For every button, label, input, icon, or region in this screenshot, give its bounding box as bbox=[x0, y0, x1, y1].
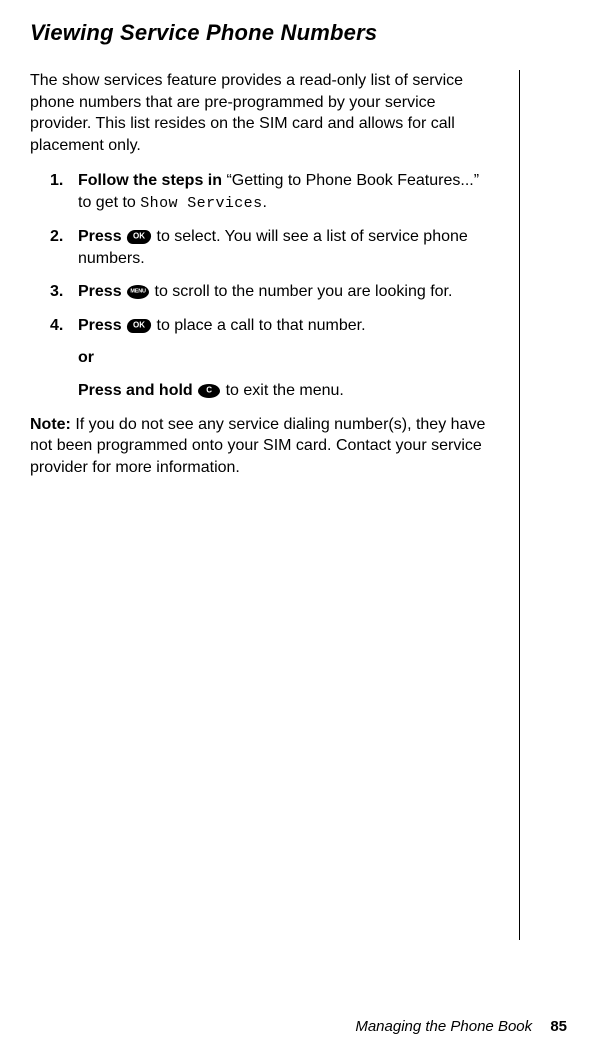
ok-key-icon bbox=[127, 230, 151, 244]
step-lead: Press bbox=[78, 228, 126, 245]
menu-key-icon bbox=[127, 285, 149, 299]
step-tail: to scroll to the number you are looking … bbox=[150, 283, 452, 300]
step-number: 1. bbox=[50, 170, 63, 192]
step-list: 1. Follow the steps in “Getting to Phone… bbox=[30, 170, 495, 401]
step-number: 4. bbox=[50, 315, 63, 337]
or-separator: or bbox=[78, 347, 495, 369]
step-3: 3. Press to scroll to the number you are… bbox=[60, 281, 495, 303]
note-label: Note: bbox=[30, 416, 71, 433]
step-2: 2. Press to select. You will see a list … bbox=[60, 226, 495, 269]
lcd-text: Show Services bbox=[140, 195, 262, 212]
step-tail: to place a call to that number. bbox=[152, 317, 365, 334]
step-lead: Press bbox=[78, 283, 126, 300]
step-alt-lead: Press and hold bbox=[78, 382, 197, 399]
page-title: Viewing Service Phone Numbers bbox=[30, 20, 567, 46]
note-paragraph: Note: If you do not see any service dial… bbox=[30, 414, 495, 479]
step-number: 3. bbox=[50, 281, 63, 303]
page-footer: Managing the Phone Book 85 bbox=[355, 1018, 567, 1035]
content-column: The show services feature provides a rea… bbox=[30, 70, 520, 940]
step-tail: . bbox=[263, 194, 267, 211]
step-1: 1. Follow the steps in “Getting to Phone… bbox=[60, 170, 495, 214]
step-lead: Follow the steps in bbox=[78, 172, 226, 189]
note-text: If you do not see any service dialing nu… bbox=[30, 416, 485, 476]
step-alt-tail: to exit the menu. bbox=[221, 382, 344, 399]
step-4: 4. Press to place a call to that number.… bbox=[60, 315, 495, 402]
intro-paragraph: The show services feature provides a rea… bbox=[30, 70, 495, 156]
footer-page-number: 85 bbox=[550, 1018, 567, 1035]
footer-chapter: Managing the Phone Book bbox=[355, 1018, 532, 1035]
ok-key-icon bbox=[127, 319, 151, 333]
step-lead: Press bbox=[78, 317, 126, 334]
c-key-icon bbox=[198, 384, 220, 398]
step-number: 2. bbox=[50, 226, 63, 248]
